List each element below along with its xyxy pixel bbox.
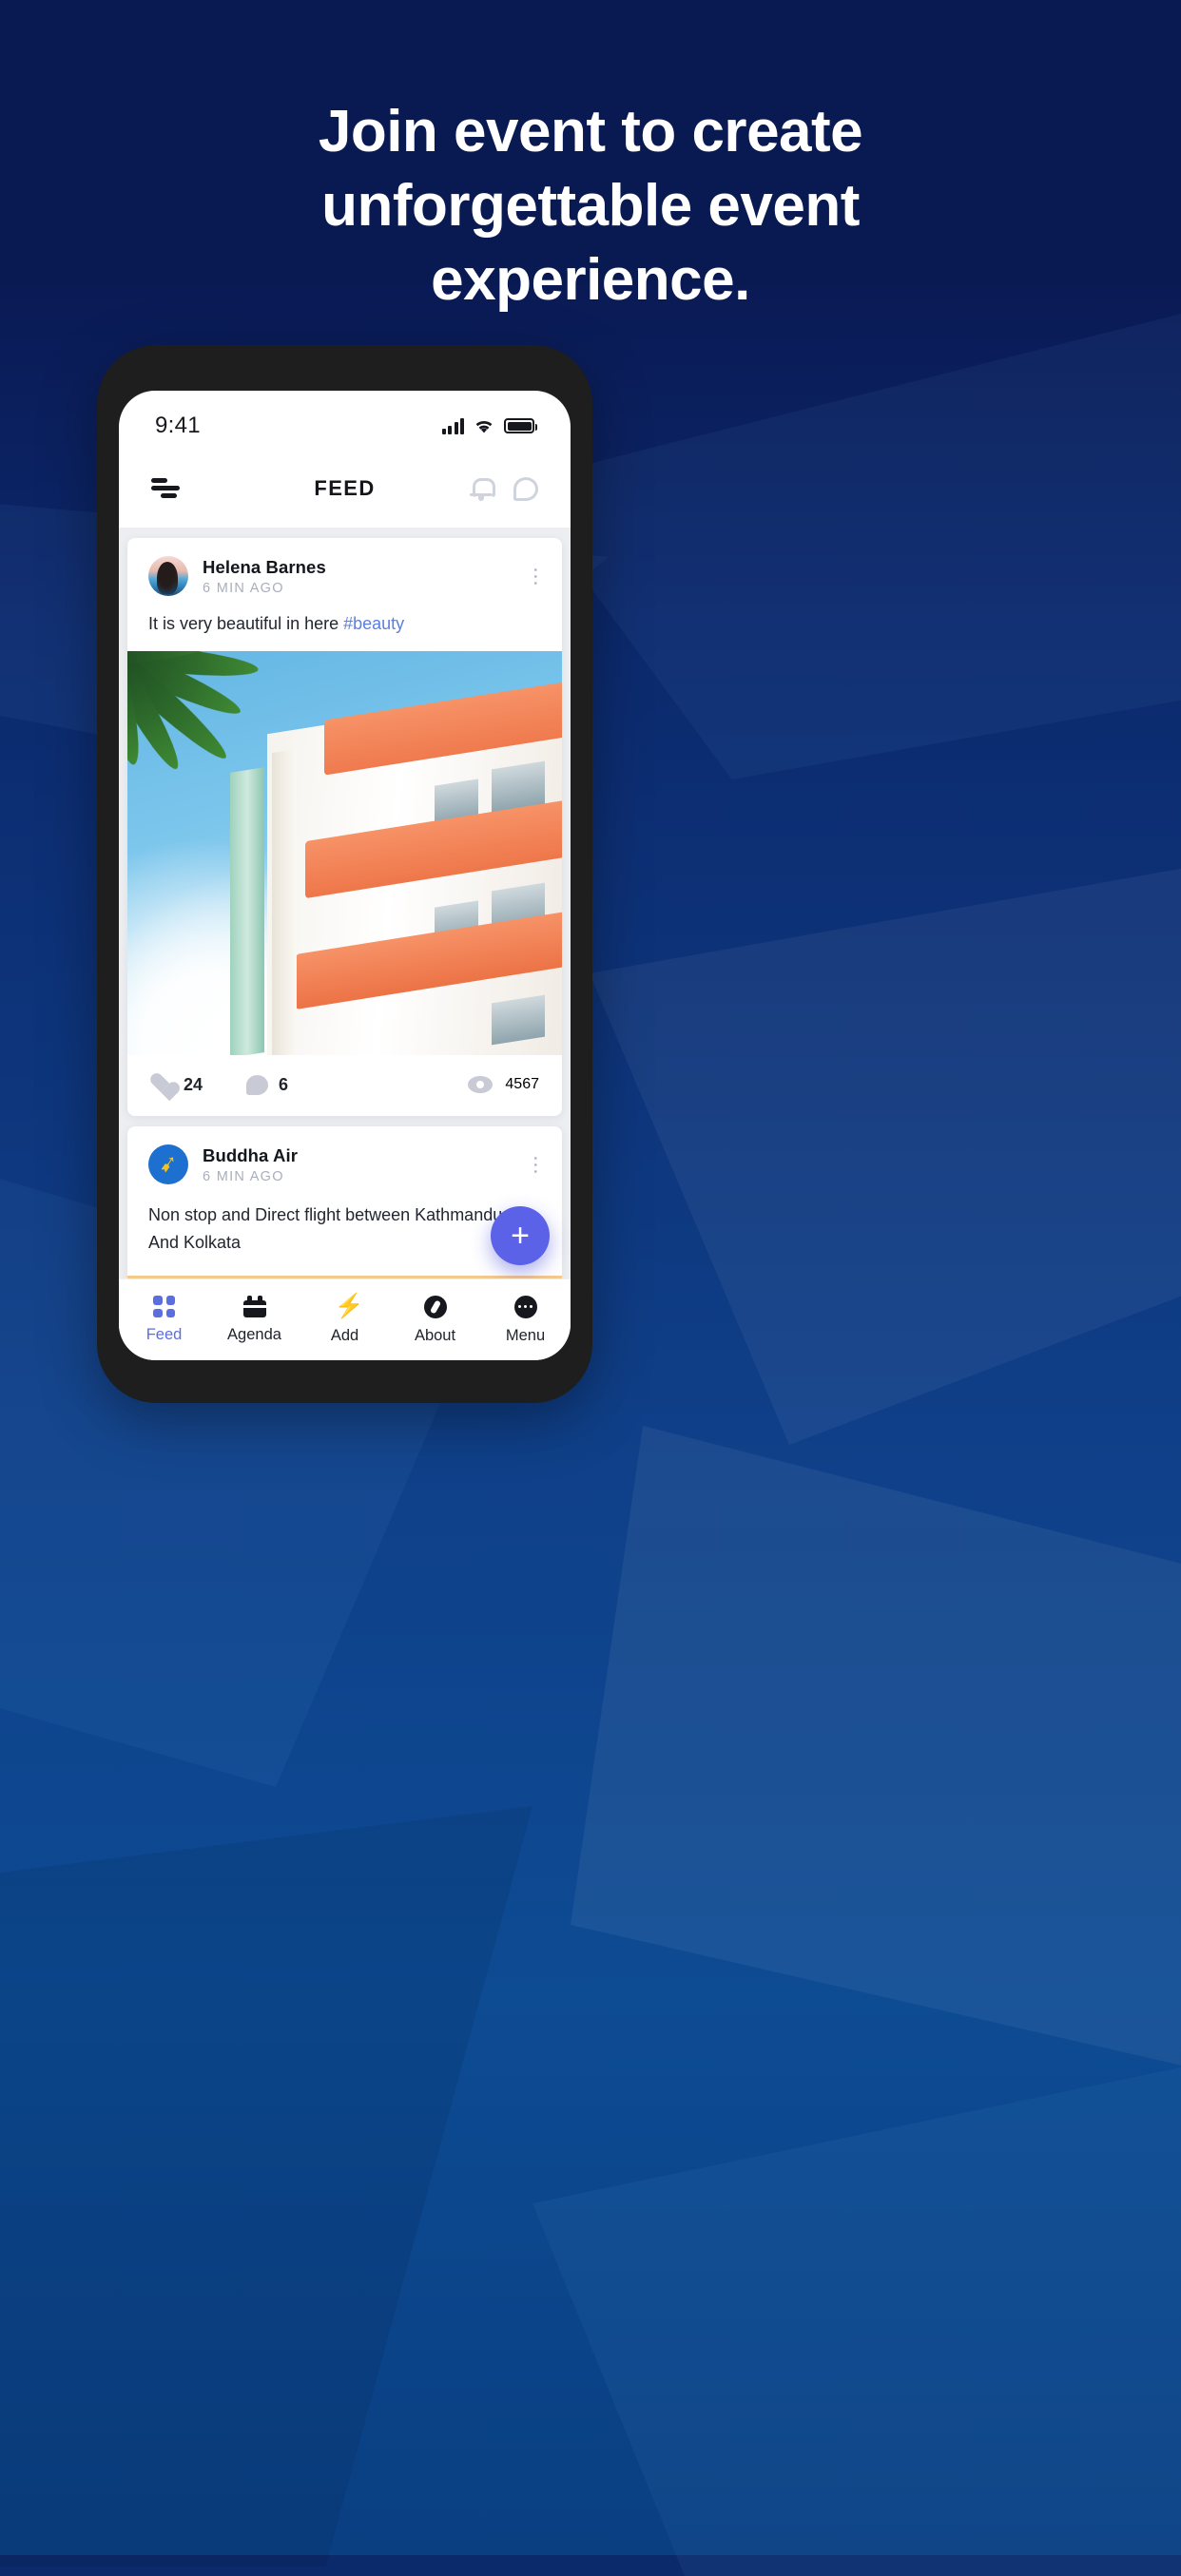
like-stat[interactable]: 24 (150, 1074, 203, 1095)
bottom-navigation: Feed Agenda ⚡ Add About Menu (119, 1278, 571, 1360)
feed-post-card[interactable]: Helena Barnes 6 MIN AGO ⋯ It is very bea… (127, 538, 562, 1117)
nav-label-agenda: Agenda (227, 1326, 281, 1343)
post-author-name: Buddha Air (203, 1144, 299, 1165)
post-author-block: Helena Barnes 6 MIN AGO (203, 557, 326, 596)
headline-line-1: Join event to create (318, 99, 863, 164)
post-author-name: Helena Barnes (203, 556, 326, 577)
view-count: 4567 (505, 1076, 539, 1093)
bolt-icon: ⚡ (334, 1293, 364, 1319)
comment-stat[interactable]: 6 (246, 1074, 289, 1095)
plus-icon: + (511, 1218, 530, 1254)
page-title: Join event to create unforgettable event… (0, 103, 1181, 325)
post-stats: 24 6 4567 (127, 1055, 562, 1116)
grid-icon (153, 1296, 175, 1317)
post-image[interactable] (127, 651, 562, 1056)
filter-icon[interactable] (151, 478, 182, 499)
nav-label-about: About (414, 1326, 456, 1344)
bird-logo-icon: ➹ (156, 1149, 181, 1179)
comment-bubble-icon[interactable] (246, 1074, 269, 1095)
status-icons (441, 417, 537, 434)
phone-mockup: 9:41 FEED Helena Barnes 6 MIN AGO ⋯ It i… (97, 345, 592, 1403)
battery-full-icon (504, 418, 537, 433)
comment-count: 6 (279, 1074, 289, 1094)
bg-polygon (513, 285, 1181, 779)
bg-polygon (0, 1806, 532, 2566)
post-text-line-2: And Kolkata (148, 1232, 242, 1252)
cellular-signal-icon (441, 417, 464, 434)
nav-label-add: Add (330, 1327, 359, 1344)
window-shape (492, 994, 545, 1046)
nav-label-feed: Feed (145, 1326, 183, 1343)
calendar-icon (242, 1296, 266, 1317)
bg-polygon (532, 2044, 1181, 2576)
chat-icon[interactable] (513, 476, 538, 501)
post-author-block: Buddha Air 6 MIN AGO (203, 1145, 298, 1184)
bell-icon[interactable] (470, 476, 495, 501)
app-header-actions (470, 476, 538, 501)
like-count: 24 (184, 1074, 203, 1094)
view-stat: 4567 (468, 1076, 539, 1094)
avatar[interactable] (148, 556, 188, 596)
post-image[interactable] (127, 1275, 562, 1278)
post-header: ➹ Buddha Air 6 MIN AGO ⋯ (127, 1126, 562, 1196)
dots-icon (513, 1295, 537, 1318)
more-vertical-icon[interactable]: ⋯ (525, 1155, 547, 1175)
nav-label-menu: Menu (505, 1326, 546, 1344)
more-vertical-icon[interactable]: ⋯ (525, 567, 547, 586)
post-hashtag[interactable]: #beauty (343, 614, 404, 633)
feed-list[interactable]: Helena Barnes 6 MIN AGO ⋯ It is very bea… (119, 528, 571, 1278)
post-timestamp: 6 MIN AGO (203, 1168, 284, 1184)
headline-line-3: experience. (431, 247, 750, 313)
eye-icon (468, 1076, 494, 1094)
nav-item-add[interactable]: ⚡ Add (300, 1295, 390, 1345)
status-time: 9:41 (155, 413, 201, 438)
nav-item-agenda[interactable]: Agenda (209, 1296, 300, 1344)
compass-icon (423, 1295, 447, 1318)
nav-item-about[interactable]: About (390, 1295, 480, 1345)
nav-item-menu[interactable]: Menu (480, 1295, 571, 1345)
post-timestamp: 6 MIN AGO (203, 580, 284, 596)
bg-polygon (571, 1426, 1181, 2091)
wifi-icon (475, 420, 493, 433)
post-text: It is very beautiful in here #beauty (127, 607, 562, 651)
add-post-fab[interactable]: + (491, 1206, 550, 1265)
palm-leaf (127, 651, 348, 917)
headline-line-2: unforgettable event (321, 173, 860, 239)
phone-screen: 9:41 FEED Helena Barnes 6 MIN AGO ⋯ It i… (119, 391, 571, 1360)
feed-post-card[interactable]: ➹ Buddha Air 6 MIN AGO ⋯ Non stop and Di… (127, 1126, 562, 1278)
bg-polygon (590, 855, 1181, 1445)
post-text-body: It is very beautiful in here (148, 614, 344, 633)
app-header: FEED (119, 450, 571, 528)
post-header: Helena Barnes 6 MIN AGO ⋯ (127, 538, 562, 607)
heart-icon[interactable] (150, 1074, 173, 1095)
post-text-line-1: Non stop and Direct flight between Kathm… (148, 1205, 503, 1225)
nav-item-feed[interactable]: Feed (119, 1296, 209, 1344)
status-bar: 9:41 (119, 391, 571, 450)
avatar[interactable]: ➹ (148, 1144, 188, 1185)
